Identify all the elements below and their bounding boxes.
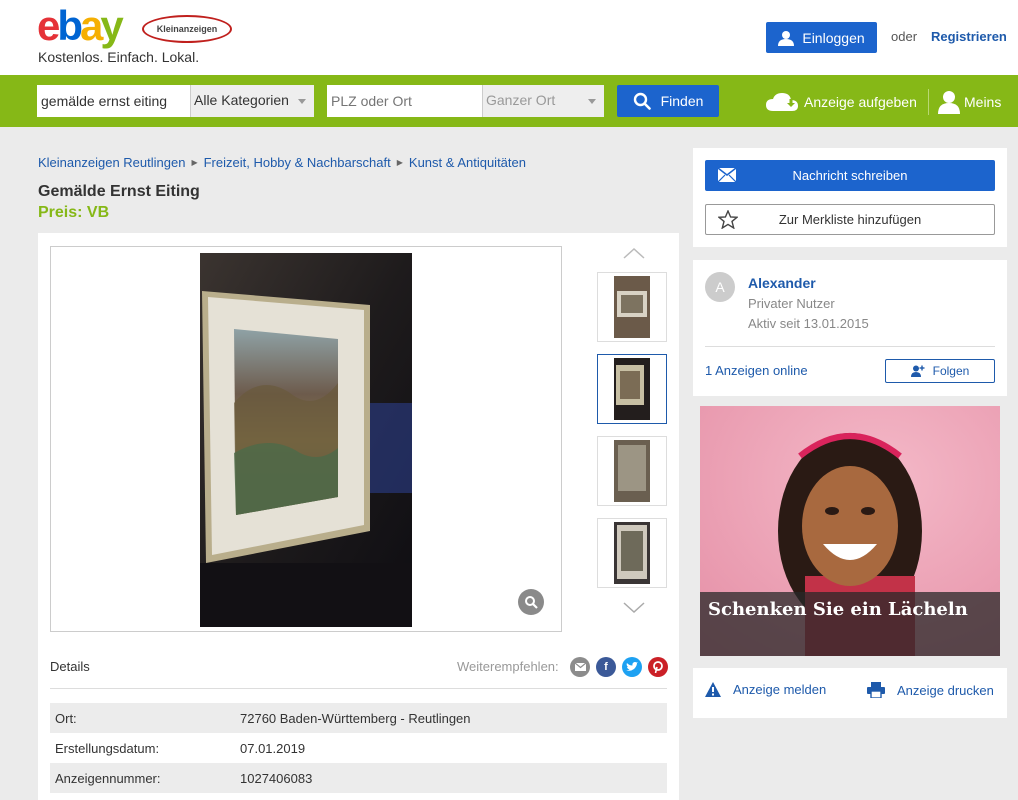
add-to-watchlist-button[interactable]: Zur Merkliste hinzufügen bbox=[705, 204, 995, 235]
follow-button[interactable]: Folgen bbox=[885, 359, 995, 383]
contact-card: Nachricht schreiben Zur Merkliste hinzuf… bbox=[693, 148, 1007, 247]
breadcrumb-separator-icon: ▶ bbox=[191, 158, 198, 167]
follow-label: Folgen bbox=[932, 364, 970, 378]
detail-value: 1027406083 bbox=[240, 770, 313, 786]
user-icon bbox=[938, 91, 960, 114]
listing-price: Preis: VB bbox=[38, 204, 110, 221]
or-text: oder bbox=[891, 29, 918, 44]
logo-letter: b bbox=[57, 2, 83, 49]
thumbnail-image bbox=[614, 276, 650, 338]
category-select[interactable]: Alle Kategorien bbox=[190, 85, 314, 117]
print-ad-label: Anzeige drucken bbox=[897, 682, 994, 698]
magnifier-icon bbox=[525, 596, 538, 609]
chevron-down-icon bbox=[298, 99, 306, 104]
register-link[interactable]: Registrieren bbox=[931, 29, 1007, 44]
find-button[interactable]: Finden bbox=[617, 85, 719, 117]
listing-card: Details Weiterempfehlen: f Ort: 72760 Ba… bbox=[38, 233, 679, 800]
advertisement-banner[interactable]: Schenken Sie ein Lächeln bbox=[700, 406, 1000, 656]
report-ad-label: Anzeige melden bbox=[733, 682, 827, 697]
detail-value: 72760 Baden-Württemberg - Reutlingen bbox=[240, 710, 471, 726]
gallery-thumbnail[interactable] bbox=[597, 272, 667, 342]
chevron-down-icon[interactable] bbox=[622, 602, 646, 614]
ebay-logo[interactable]: ebay bbox=[37, 5, 124, 47]
detail-row: Erstellungsdatum: 07.01.2019 bbox=[50, 733, 667, 763]
chevron-up-icon[interactable] bbox=[622, 247, 646, 259]
zoom-button[interactable] bbox=[518, 589, 544, 615]
thumbnail-image bbox=[614, 522, 650, 584]
listing-photo bbox=[200, 253, 412, 627]
write-message-button[interactable]: Nachricht schreiben bbox=[705, 160, 995, 191]
thumbnail-image bbox=[614, 440, 650, 502]
watchlist-label: Zur Merkliste hinzufügen bbox=[778, 212, 922, 227]
printer-icon bbox=[867, 682, 885, 698]
listing-title: Gemälde Ernst Eiting bbox=[38, 183, 200, 200]
user-icon bbox=[778, 30, 795, 46]
seller-card: A Alexander Privater Nutzer Aktiv seit 1… bbox=[693, 260, 1007, 396]
account-menu[interactable]: Meins bbox=[938, 90, 1001, 114]
cloud-upload-icon bbox=[766, 93, 798, 111]
tagline: Kostenlos. Einfach. Lokal. bbox=[38, 49, 200, 65]
search-icon bbox=[633, 92, 651, 110]
breadcrumb: Kleinanzeigen Reutlingen ▶ Freizeit, Hob… bbox=[38, 155, 526, 170]
search-bar: Alle Kategorien Ganzer Ort Finden Anzeig… bbox=[0, 75, 1018, 127]
login-button[interactable]: Einloggen bbox=[766, 22, 877, 53]
thumbnail-image bbox=[614, 358, 650, 420]
location-input[interactable] bbox=[327, 85, 482, 117]
report-ad-link[interactable]: Anzeige melden bbox=[705, 682, 826, 697]
write-message-label: Nachricht schreiben bbox=[792, 168, 908, 183]
gallery-thumbnail[interactable] bbox=[597, 518, 667, 588]
ad-caption: Schenken Sie ein Lächeln bbox=[708, 599, 968, 620]
post-ad-link[interactable]: Anzeige aufgeben bbox=[765, 91, 917, 113]
category-value: Alle Kategorien bbox=[194, 92, 289, 108]
avatar: A bbox=[705, 272, 735, 302]
radius-value: Ganzer Ort bbox=[486, 92, 556, 108]
breadcrumb-separator-icon: ▶ bbox=[396, 158, 403, 167]
gallery-main[interactable] bbox=[50, 246, 562, 632]
detail-key: Erstellungsdatum: bbox=[55, 740, 160, 756]
seller-name[interactable]: Alexander bbox=[748, 275, 816, 291]
warning-icon bbox=[705, 682, 721, 697]
email-share-icon[interactable] bbox=[570, 657, 590, 677]
logo-letter: y bbox=[100, 2, 123, 49]
detail-key: Anzeigennummer: bbox=[55, 770, 161, 786]
share-icons: f bbox=[570, 657, 668, 677]
breadcrumb-item[interactable]: Freizeit, Hobby & Nachbarschaft bbox=[204, 155, 391, 170]
divider bbox=[50, 688, 667, 689]
login-label: Einloggen bbox=[802, 29, 865, 46]
account-label: Meins bbox=[964, 94, 1002, 110]
radius-select[interactable]: Ganzer Ort bbox=[482, 85, 604, 117]
star-icon bbox=[718, 210, 738, 229]
share-label: Weiterempfehlen: bbox=[457, 659, 559, 674]
detail-row: Ort: 72760 Baden-Württemberg - Reutlinge… bbox=[50, 703, 667, 733]
twitter-share-icon[interactable] bbox=[622, 657, 642, 677]
add-user-icon bbox=[910, 365, 925, 377]
detail-value: 07.01.2019 bbox=[240, 740, 306, 756]
divider bbox=[705, 346, 995, 347]
kleinanzeigen-badge: Kleinanzeigen bbox=[142, 15, 232, 43]
facebook-share-icon[interactable]: f bbox=[596, 657, 616, 677]
divider bbox=[928, 89, 929, 115]
search-input[interactable] bbox=[37, 85, 190, 117]
gallery-thumbnail[interactable] bbox=[597, 436, 667, 506]
seller-active-since: Aktiv seit 13.01.2015 bbox=[748, 316, 869, 331]
breadcrumb-item[interactable]: Kleinanzeigen Reutlingen bbox=[38, 155, 185, 170]
envelope-icon bbox=[718, 168, 736, 182]
seller-type: Privater Nutzer bbox=[748, 296, 835, 311]
post-ad-label: Anzeige aufgeben bbox=[804, 94, 917, 110]
logo-letter: e bbox=[37, 2, 60, 49]
chevron-down-icon bbox=[588, 99, 596, 104]
print-ad-link[interactable]: Anzeige drucken bbox=[867, 682, 994, 698]
gallery-thumbnail[interactable] bbox=[597, 354, 667, 424]
site-header: ebay Kleinanzeigen Kostenlos. Einfach. L… bbox=[0, 0, 1018, 75]
detail-key: Ort: bbox=[55, 710, 77, 726]
detail-row: Anzeigennummer: 1027406083 bbox=[50, 763, 667, 793]
details-heading: Details bbox=[50, 659, 90, 674]
seller-ads-link[interactable]: 1 Anzeigen online bbox=[705, 363, 808, 378]
find-label: Finden bbox=[660, 93, 704, 109]
listing-tools-card: Anzeige melden Anzeige drucken bbox=[693, 668, 1007, 718]
logo-letter: a bbox=[80, 2, 103, 49]
breadcrumb-item[interactable]: Kunst & Antiquitäten bbox=[409, 155, 526, 170]
pinterest-share-icon[interactable] bbox=[648, 657, 668, 677]
